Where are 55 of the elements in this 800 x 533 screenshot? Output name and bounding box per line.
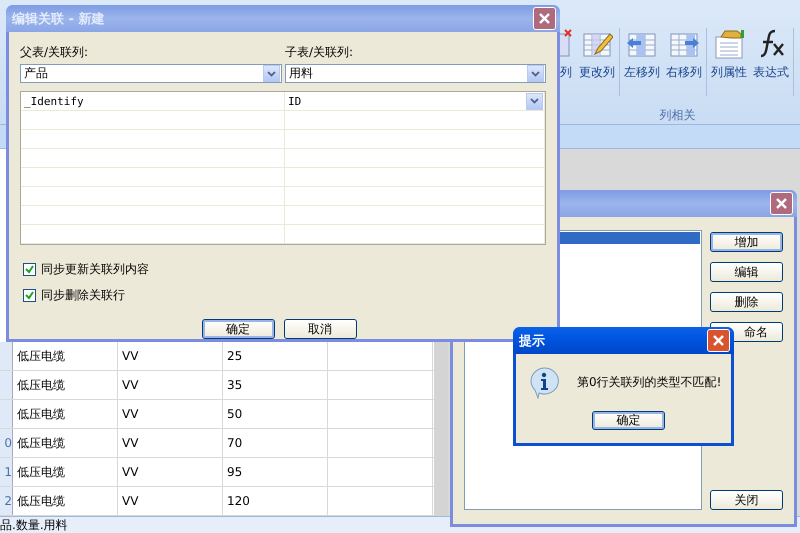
close-button[interactable] (533, 7, 556, 30)
ribbon-button[interactable]: 左移列 (624, 28, 660, 96)
table-cell: 低压电缆 (13, 429, 118, 457)
checkbox[interactable] (23, 263, 36, 276)
dialog-button[interactable]: 增加 (710, 232, 783, 252)
table-cell: VV (118, 400, 223, 428)
dialog-button[interactable]: 删除 (710, 292, 783, 312)
dialog-button[interactable]: 取消 (284, 319, 356, 339)
close-button[interactable] (707, 329, 730, 352)
table-cell: 低压电缆 (13, 371, 118, 399)
table-cell: 低压电缆 (13, 458, 118, 486)
table-cell: VV (118, 458, 223, 486)
checkbox[interactable] (23, 289, 36, 302)
table-cell: 95 (223, 458, 328, 486)
close-button[interactable] (770, 192, 793, 215)
row-header: 1 (0, 458, 13, 486)
close-icon (776, 198, 787, 209)
table-cell: 35 (223, 371, 328, 399)
close-button[interactable]: 关闭 (710, 490, 783, 510)
child-dropdown[interactable]: 用料 (285, 64, 546, 83)
close-icon (713, 335, 724, 346)
close-icon (539, 13, 550, 24)
table-cell: VV (118, 429, 223, 457)
ribbon-button[interactable]: 更改列 (579, 28, 615, 96)
table-cell[interactable]: ID (285, 92, 545, 110)
table-cell: VV (118, 371, 223, 399)
ok-button[interactable]: 确定 (592, 411, 665, 430)
ribbon-button[interactable]: 列属性 (711, 28, 747, 96)
table-cell: 120 (223, 487, 328, 515)
row-header: 2 (0, 487, 13, 515)
dialog-button[interactable]: 编辑 (710, 262, 783, 282)
info-icon (528, 366, 561, 399)
table-cell: 50 (223, 400, 328, 428)
table-cell: 低压电缆 (13, 400, 118, 428)
table-cell: _Identify (21, 92, 285, 110)
table-cell: VV (118, 487, 223, 515)
window-title: 提示 (519, 332, 545, 350)
checkbox-label[interactable]: 同步删除关联行 (23, 287, 546, 304)
message-text: 第0行关联列的类型不匹配! (577, 374, 722, 391)
parent-dropdown[interactable]: 产品 (20, 64, 282, 83)
row-header: 0 (0, 429, 13, 457)
field-label: 父表/关联列: (20, 44, 90, 61)
ribbon-group-label: 列相关 (658, 107, 696, 124)
table-cell: 70 (223, 429, 328, 457)
chevron-down-icon (267, 70, 276, 76)
chevron-down-icon (530, 98, 539, 104)
dialog-button[interactable]: 确定 (202, 319, 274, 339)
document-hand-icon (713, 28, 745, 60)
chevron-down-icon (531, 70, 540, 76)
checkbox-label[interactable]: 同步更新关联列内容 (23, 261, 546, 278)
ribbon-button[interactable]: 右移列 (666, 28, 702, 96)
window-title: 编辑关联 - 新建 (12, 10, 104, 28)
field-label: 子表/关联列: (285, 44, 354, 61)
table-cell: 低压电缆 (13, 487, 118, 515)
ribbon-button[interactable]: 表达式 (753, 28, 789, 96)
